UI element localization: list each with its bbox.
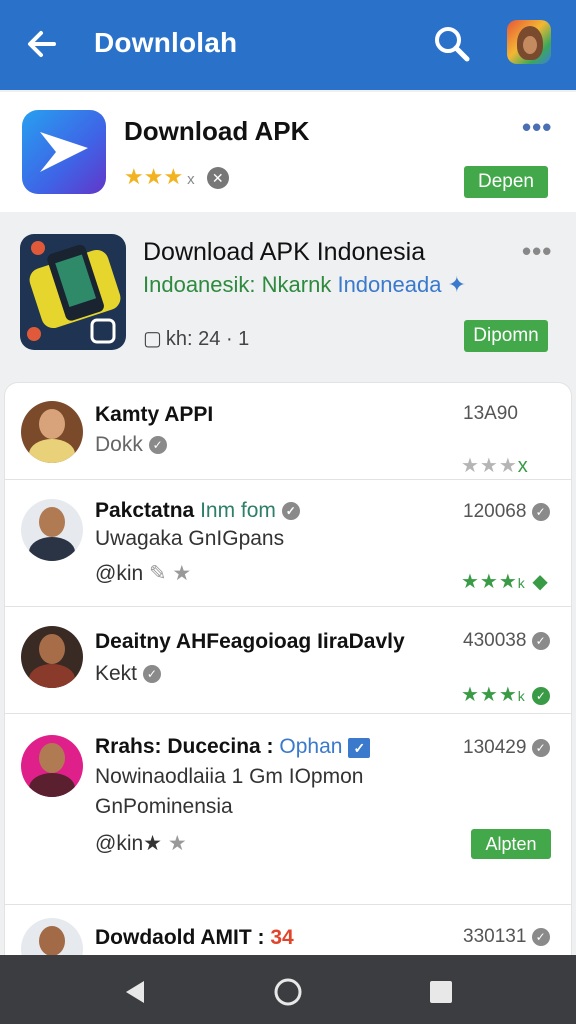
featured-app-card[interactable]: Download APK ★★★ x ✕ ••• Depen [0,92,576,212]
rating-stars: ★★★x [461,455,529,477]
open-button[interactable]: Alpten [471,829,551,859]
item-subtitle-2: GnPominensia [95,795,233,818]
page-title: Downlolah [94,27,238,58]
search-icon[interactable] [432,24,472,64]
list-item[interactable]: Pakctatna Inm fom ✓ Uwagaka GnIGpans @ki… [5,481,571,607]
item-count: 120068 ✓ [463,501,550,523]
app-name: Download APK Indonesia [143,238,426,266]
item-subtitle: Nowinaodlaiia 1 Gm IOpmon [95,765,364,788]
list-item[interactable]: Kamty APPI Dokk ✓ 13A90 ★★★x [5,383,571,480]
item-subtitle: Dokk ✓ [95,433,167,457]
item-name: Kamty APPI [95,403,214,426]
item-name: Deaitny AHFeagoioag IiraDavly [95,630,405,653]
app-list: Kamty APPI Dokk ✓ 13A90 ★★★x Pakctatna I… [4,382,572,982]
item-count: 130429 ✓ [463,737,550,759]
open-button[interactable]: Dipomn [464,320,548,352]
recents-nav-icon[interactable] [426,977,456,1007]
item-name: Rrahs: Ducecina : Ophan ✓ [95,735,371,759]
item-tag: @kin ✎ ★ [95,562,192,585]
avatar [21,626,83,688]
app-subtitle: Indoanesik: Nkarnk Indoneada ✦ [143,272,467,297]
rating-stars: ★★★ x ✕ [124,164,229,190]
item-tag: @kin★ ★ [95,832,187,855]
item-count: 330131 ✓ [463,926,550,948]
home-nav-icon[interactable] [273,977,303,1007]
rating-stars: ★★★k ✓ [461,682,551,707]
item-subtitle: Uwagaka GnIGpans [95,527,285,550]
item-subtitle: Kekt ✓ [95,662,161,686]
item-count: 430038 ✓ [463,630,550,652]
item-count: 13A90 [463,403,518,424]
open-button[interactable]: Depen [464,166,548,198]
app-icon [20,234,126,350]
arrow-left-icon[interactable] [22,24,62,64]
back-nav-icon[interactable] [120,977,150,1007]
app-header: Downlolah [0,0,576,90]
item-name: Dowdaold AMIT : 34 [95,926,294,949]
app-icon [22,110,106,194]
avatar [21,499,83,561]
system-nav-bar [0,955,576,1024]
promo-app-card[interactable]: Download APK Indonesia Indoanesik: Nkarn… [0,214,576,374]
item-name: Pakctatna Inm fom ✓ [95,499,300,523]
avatar [21,735,83,797]
more-options-icon[interactable]: ••• [522,236,552,267]
rating-stars: ★★★k ◆ [461,571,549,593]
app-name: Download APK [124,116,310,146]
avatar [21,401,83,463]
list-item[interactable]: Rrahs: Ducecina : Ophan ✓ Nowinaodlaiia … [5,715,571,905]
app-meta: ▢ kh: 24 · 1 [143,328,250,350]
profile-avatar[interactable] [507,20,551,64]
more-options-icon[interactable]: ••• [522,112,552,143]
list-item[interactable]: Deaitny AHFeagoioag IiraDavly Kekt ✓ 430… [5,608,571,714]
